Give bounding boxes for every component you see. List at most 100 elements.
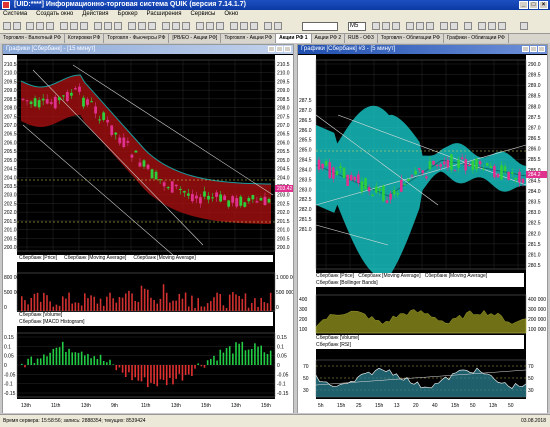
crosshair-icon[interactable] [274, 22, 282, 30]
menu-item-3[interactable]: Брокер [118, 10, 138, 19]
scale-icon[interactable] [382, 22, 390, 30]
tab-8[interactable]: Торговля - Облигации РФ [378, 34, 444, 43]
trades-icon[interactable] [426, 22, 434, 30]
candle [138, 162, 142, 167]
volume-bar [244, 293, 247, 311]
left-chart-svg[interactable]: 210.5 210.5 210.0 210.0 209.5 209.5 209.0 209.0… [3, 55, 293, 413]
connect-icon[interactable] [3, 22, 11, 30]
left-close-icon[interactable] [284, 46, 291, 52]
portfolio-icon[interactable] [440, 22, 448, 30]
indicator-icon[interactable] [230, 22, 238, 30]
sell-icon[interactable] [36, 22, 44, 30]
sort-icon[interactable] [138, 22, 146, 30]
help-icon[interactable] [114, 22, 122, 30]
volume-bar [260, 297, 262, 311]
volume-bar [200, 306, 203, 311]
maximize-button[interactable]: □ [529, 1, 538, 9]
candle [360, 181, 364, 192]
interval-select[interactable]: M5 [348, 22, 366, 31]
period-icon[interactable] [372, 22, 380, 30]
volume-bar [87, 298, 89, 311]
volume-bar [191, 295, 193, 311]
tile-icon[interactable] [488, 22, 496, 30]
left-maximize-icon[interactable] [276, 46, 283, 52]
menu-item-0[interactable]: Система [3, 10, 27, 19]
macd-bar [65, 351, 67, 365]
left-minimize-icon[interactable] [268, 46, 275, 52]
menu-item-1[interactable]: Создать окно [36, 10, 73, 19]
exit-icon[interactable] [520, 22, 528, 30]
tab-3[interactable]: [РВ/ЕО - Акции РФ] [169, 34, 222, 43]
price-tick-right: 284.0 [528, 189, 541, 195]
message-icon[interactable] [464, 22, 472, 30]
disconnect-icon[interactable] [13, 22, 21, 30]
right-maximize-icon[interactable] [530, 46, 537, 52]
lock-icon[interactable] [392, 22, 400, 30]
candle [114, 132, 118, 135]
menu-item-6[interactable]: Окно [224, 10, 238, 19]
macd-bar [197, 363, 199, 365]
bar-icon[interactable] [206, 22, 214, 30]
volume-bar [162, 284, 165, 311]
tab-7[interactable]: RUB - ОФЗ [345, 34, 378, 43]
macd-bar [191, 365, 193, 377]
tab-1[interactable]: Котировки РФ [65, 34, 105, 43]
grid-icon[interactable] [264, 22, 272, 30]
line-chart-icon[interactable] [216, 22, 224, 30]
alert-icon[interactable] [250, 22, 258, 30]
price-tick-right: 289.5 [528, 73, 541, 79]
tab-2[interactable]: Торговля - Фьючерсы РФ [104, 34, 170, 43]
close-button[interactable]: × [539, 1, 548, 9]
right-close-icon[interactable] [538, 46, 545, 52]
candle [507, 171, 510, 180]
right-window-title-bar[interactable]: Графики [Сбербанк] #3 - [5 минут] [298, 45, 547, 54]
candle [231, 196, 235, 203]
template-icon[interactable] [240, 22, 248, 30]
candle [428, 161, 432, 170]
left-chart-window[interactable]: Графики [Сбербанк] - [15 минут] 210.5 210… [2, 44, 294, 413]
macd-bar [74, 352, 77, 365]
tab-4[interactable]: Торговля - Акции РФ [221, 34, 277, 43]
settings-icon[interactable] [104, 22, 112, 30]
news-icon[interactable] [450, 22, 458, 30]
refresh-icon[interactable] [148, 22, 156, 30]
copy-icon[interactable] [94, 22, 102, 30]
rsi-tick-right: 30 [528, 388, 534, 394]
macd-bar [266, 354, 269, 365]
tab-0[interactable]: Торговля - Валютный РФ [0, 34, 65, 43]
buy-icon[interactable] [26, 22, 34, 30]
new-table-icon[interactable] [60, 22, 68, 30]
table-icon[interactable] [406, 22, 414, 30]
chart-icon[interactable] [70, 22, 78, 30]
right-chart-svg[interactable]: 290.0 289.5 289.0 288.5 288.0 287.5 287.0 286.5… [298, 55, 547, 413]
left-window-title-bar[interactable]: Графики [Сбербанк] - [15 минут] [3, 45, 293, 54]
cursor-icon[interactable] [162, 22, 170, 30]
volume-bar [96, 303, 99, 311]
line-tool-icon[interactable] [172, 22, 180, 30]
candle-icon[interactable] [196, 22, 204, 30]
zoom-icon[interactable] [182, 22, 190, 30]
macd-bar [115, 365, 118, 371]
window-icon[interactable] [478, 22, 486, 30]
tab-6[interactable]: Акции РФ 2 [312, 34, 346, 43]
menu-item-5[interactable]: Сервисы [190, 10, 215, 19]
right-chart-window[interactable]: Графики [Сбербанк] #3 - [5 минут] 290.0 2… [297, 44, 548, 413]
minimize-button[interactable]: _ [519, 1, 528, 9]
time-label: 13 [394, 403, 400, 409]
tab-9[interactable]: Графики - Облигации РФ [444, 34, 509, 43]
menu-item-4[interactable]: Расширения [147, 10, 182, 19]
cascade-icon[interactable] [498, 22, 506, 30]
stop-icon[interactable] [46, 22, 54, 30]
menu-item-2[interactable]: Действия [82, 10, 108, 19]
order-icon[interactable] [416, 22, 424, 30]
time-label: 50 [508, 403, 514, 409]
price-tick: 284.5 [299, 158, 312, 164]
print-icon[interactable] [80, 22, 88, 30]
ticker-input[interactable] [302, 22, 338, 31]
candle [468, 165, 471, 167]
candle [215, 192, 218, 197]
candle [374, 186, 378, 193]
tab-5[interactable]: Акции РФ 1 [276, 34, 312, 43]
right-minimize-icon[interactable] [522, 46, 529, 52]
filter-icon[interactable] [128, 22, 136, 30]
